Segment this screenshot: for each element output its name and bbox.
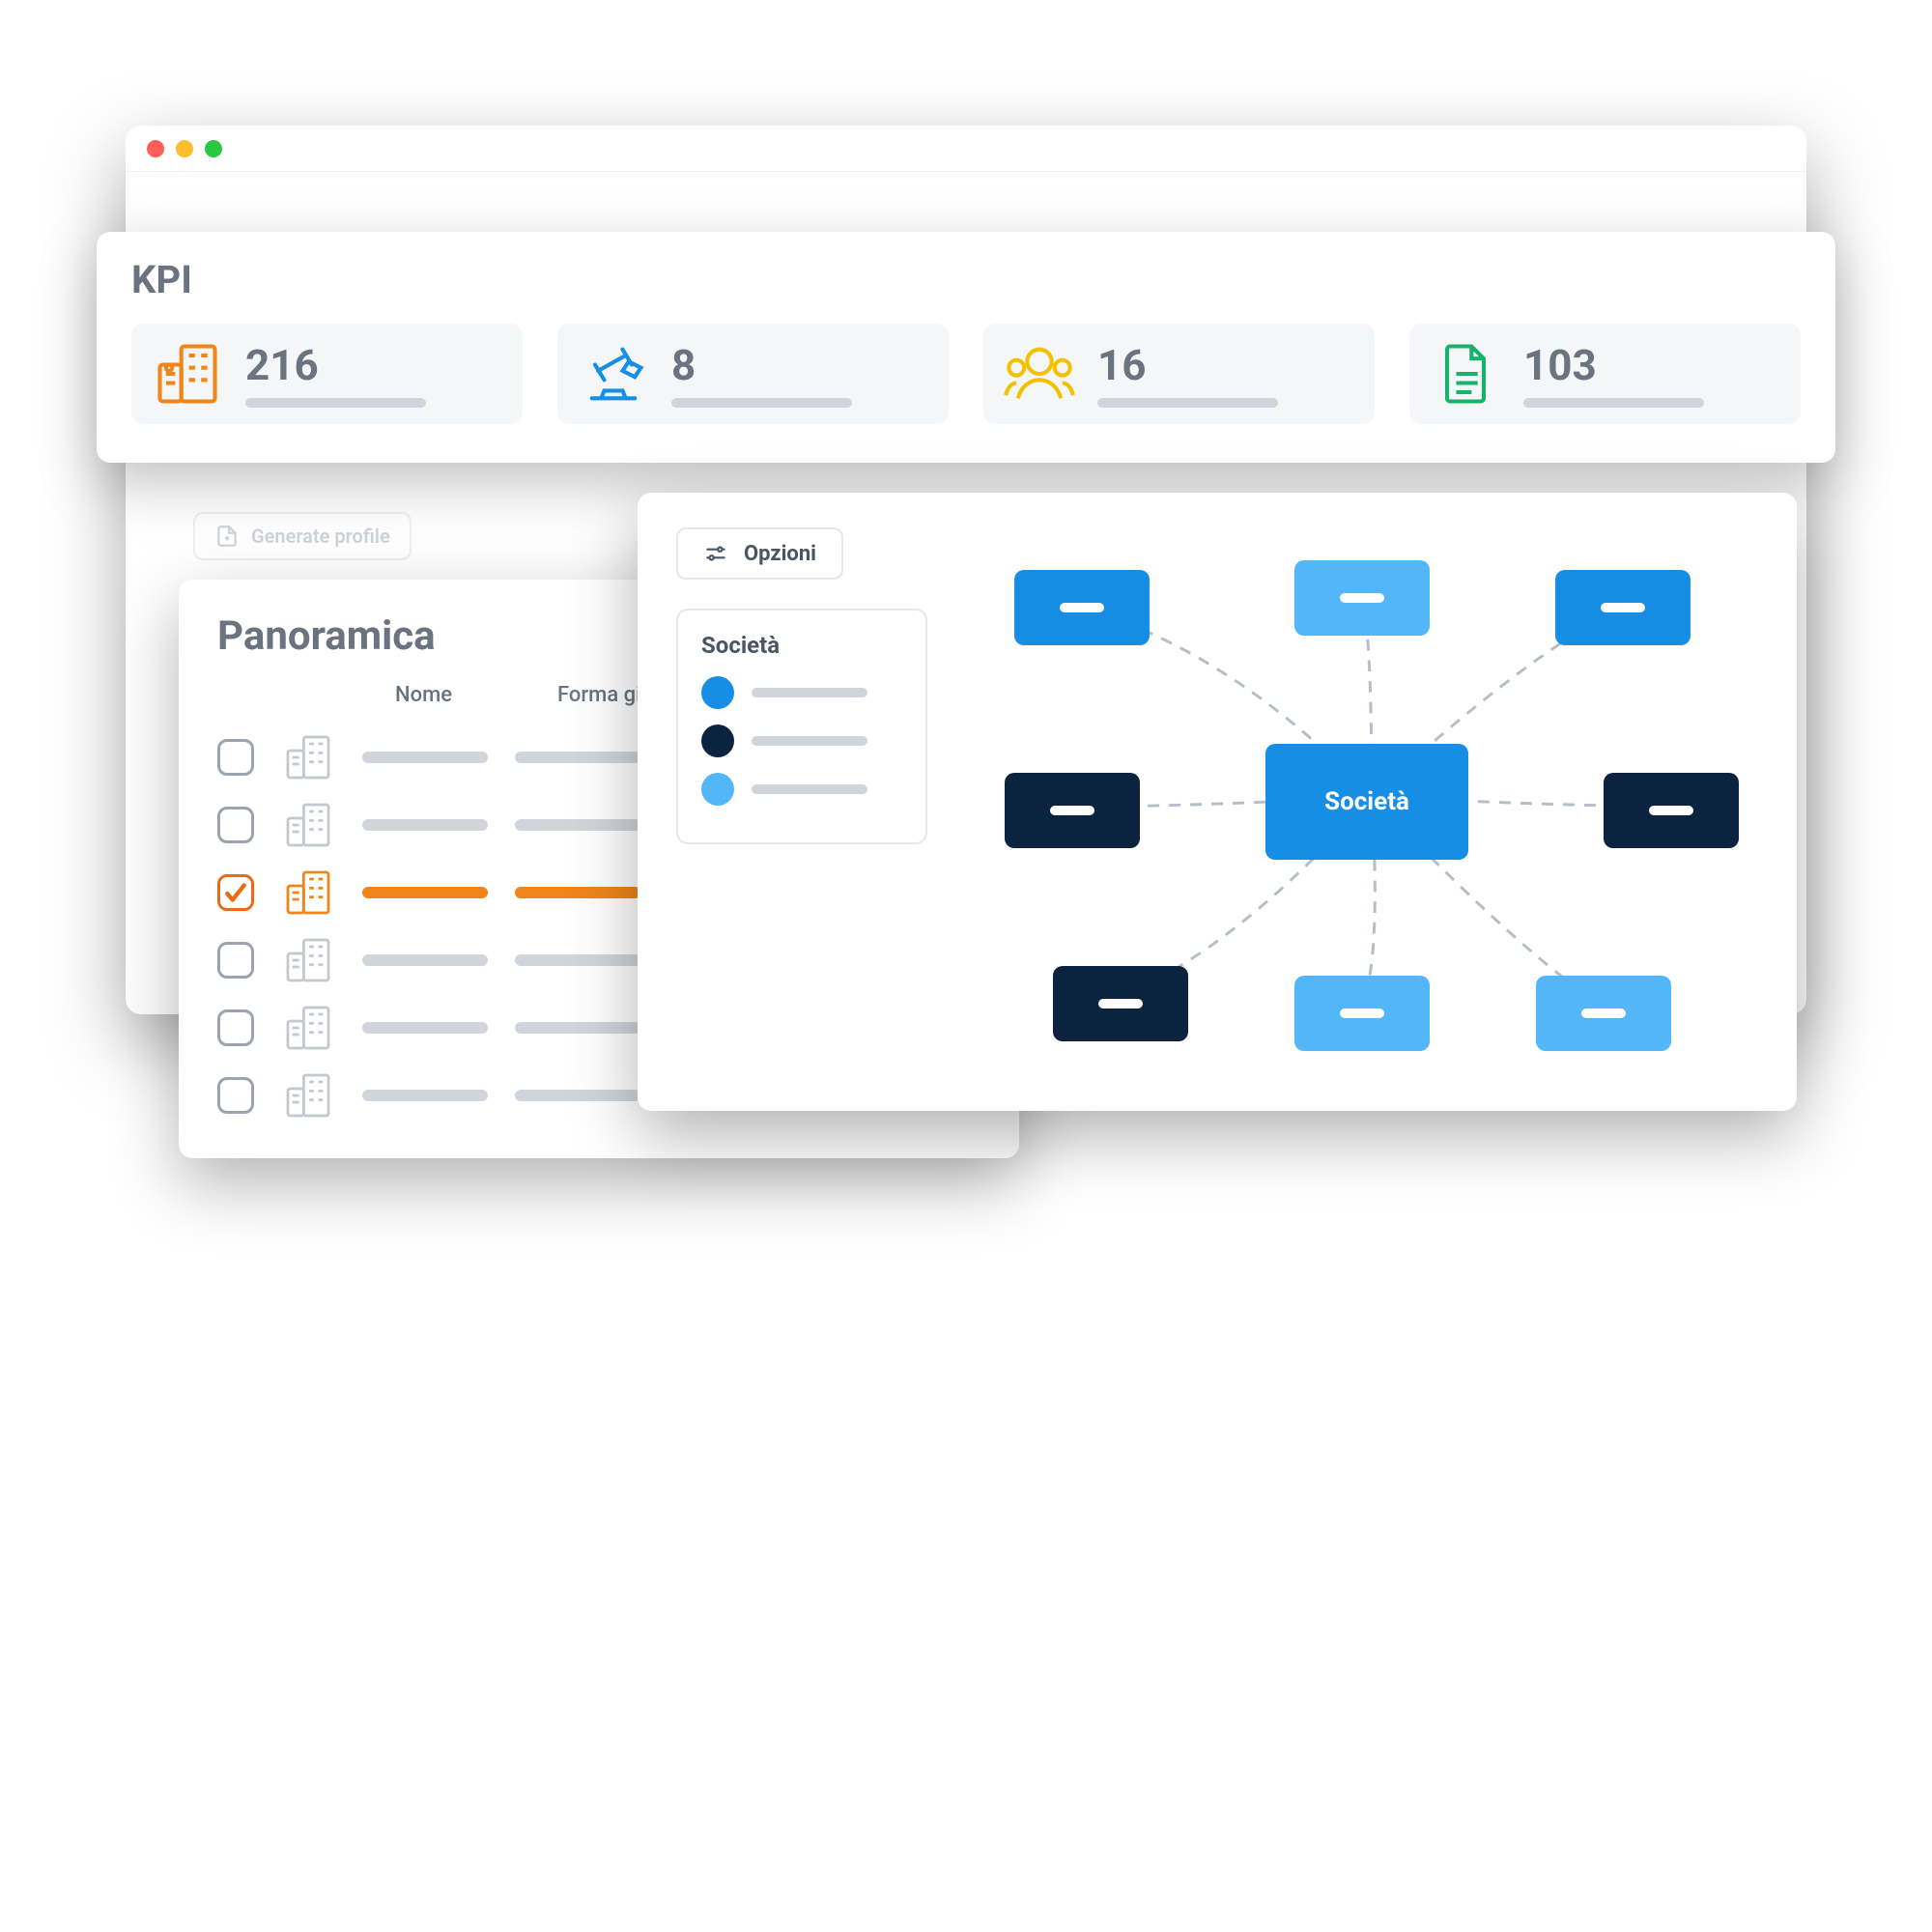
graph-node[interactable]: [1604, 773, 1739, 848]
kpi-item-buildings[interactable]: 216: [131, 324, 523, 424]
graph-area: Società: [947, 512, 1768, 1082]
building-icon: [151, 337, 224, 411]
legend-item[interactable]: [701, 724, 902, 757]
placeholder-bar: [362, 752, 488, 763]
placeholder-bar: [362, 1090, 488, 1101]
kpi-item-documents[interactable]: 103: [1409, 324, 1801, 424]
options-button[interactable]: Opzioni: [676, 527, 843, 580]
graph-node[interactable]: [1005, 773, 1140, 848]
building-icon: [281, 730, 335, 784]
legend-dot-navy: [701, 724, 734, 757]
kpi-bar: [1097, 398, 1278, 408]
minimize-window-icon[interactable]: [176, 140, 193, 157]
placeholder-bar: [515, 752, 640, 763]
legend-title: Società: [701, 632, 902, 659]
row-checkbox[interactable]: [217, 1009, 254, 1046]
row-checkbox[interactable]: [217, 1077, 254, 1114]
graph-node[interactable]: [1536, 976, 1671, 1051]
window-titlebar: [126, 126, 1806, 172]
kpi-item-people[interactable]: 16: [983, 324, 1375, 424]
kpi-bar: [671, 398, 852, 408]
kpi-item-legal[interactable]: 8: [557, 324, 949, 424]
building-icon: [281, 1068, 335, 1122]
legend-dot-lightblue: [701, 773, 734, 806]
placeholder-bar: [515, 887, 640, 898]
graph-node[interactable]: [1294, 976, 1430, 1051]
graph-node[interactable]: [1014, 570, 1150, 645]
legend-bar: [752, 736, 867, 746]
legend-bar: [752, 784, 867, 794]
legend-dot-blue: [701, 676, 734, 709]
kpi-title: KPI: [131, 257, 1801, 302]
app-window: Generate profile KPI 216: [126, 126, 1806, 1014]
generate-profile-button[interactable]: Generate profile: [193, 512, 412, 560]
legend-panel: Società: [676, 609, 927, 844]
kpi-value: 216: [245, 340, 503, 390]
row-checkbox[interactable]: [217, 874, 254, 911]
placeholder-bar: [362, 819, 488, 831]
document-icon: [1429, 337, 1502, 411]
kpi-row: 216 8: [131, 324, 1801, 424]
row-checkbox[interactable]: [217, 807, 254, 843]
placeholder-bar: [362, 1022, 488, 1034]
graph-node-center[interactable]: Società: [1265, 744, 1468, 860]
maximize-window-icon[interactable]: [205, 140, 222, 157]
building-icon: [281, 866, 335, 920]
placeholder-bar: [515, 819, 640, 831]
building-icon: [281, 798, 335, 852]
options-label: Opzioni: [744, 542, 816, 566]
people-icon: [1003, 337, 1076, 411]
kpi-bar: [1523, 398, 1704, 408]
building-icon: [281, 1001, 335, 1055]
placeholder-bar: [515, 1090, 640, 1101]
placeholder-bar: [515, 954, 640, 966]
document-plus-icon: [214, 524, 240, 549]
kpi-bar: [245, 398, 426, 408]
kpi-value: 16: [1097, 340, 1355, 390]
center-node-label: Società: [1324, 787, 1409, 816]
generate-profile-label: Generate profile: [251, 525, 390, 548]
gavel-icon: [577, 337, 650, 411]
building-icon: [281, 933, 335, 987]
graph-node[interactable]: [1294, 560, 1430, 636]
graph-node[interactable]: [1053, 966, 1188, 1041]
col-nome: Nome: [395, 683, 530, 708]
graph-node[interactable]: [1555, 570, 1690, 645]
kpi-value: 8: [671, 340, 929, 390]
placeholder-bar: [362, 887, 488, 898]
placeholder-bar: [515, 1022, 640, 1034]
placeholder-bar: [362, 954, 488, 966]
close-window-icon[interactable]: [147, 140, 164, 157]
legend-item[interactable]: [701, 676, 902, 709]
kpi-value: 103: [1523, 340, 1781, 390]
legend-bar: [752, 688, 867, 697]
kpi-card: KPI 216: [97, 232, 1835, 463]
row-checkbox[interactable]: [217, 942, 254, 979]
legend-item[interactable]: [701, 773, 902, 806]
row-checkbox[interactable]: [217, 739, 254, 776]
diagram-card: Opzioni Società: [638, 493, 1797, 1111]
sliders-icon: [703, 541, 728, 566]
